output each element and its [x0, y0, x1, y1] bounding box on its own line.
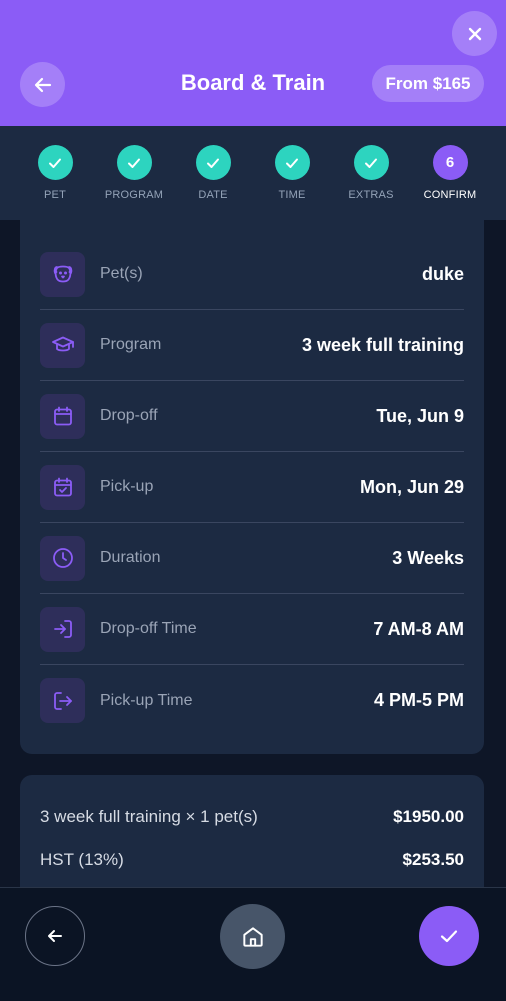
row-value: 4 PM-5 PM [373, 690, 464, 710]
step-label: CONFIRM [423, 189, 477, 201]
step-number-badge: 6 [432, 145, 468, 180]
row-value: duke [421, 263, 464, 284]
check-icon [207, 158, 219, 168]
close-icon [468, 27, 481, 40]
step-program[interactable]: PROGRAM [94, 145, 174, 201]
row-label: Pick-up Time [100, 691, 193, 709]
clock-icon [40, 535, 85, 581]
row-label: Pet(s) [100, 265, 143, 282]
confirm-booking-button[interactable] [419, 906, 479, 966]
step-extras[interactable]: EXTRAS [331, 145, 411, 201]
header: Board & Train From $165 [0, 0, 506, 126]
row-value: Tue, Jun 9 [376, 405, 464, 426]
check-icon [365, 158, 377, 168]
summary-row-program: Program 3 week full training [40, 310, 464, 381]
step-label: EXTRAS [348, 189, 394, 201]
row-label: Program [100, 336, 162, 353]
price-line-label: 3 week full training × 1 pet(s) [40, 807, 258, 826]
login-icon [40, 606, 85, 652]
summary-row-pickup: Pick-up Mon, Jun 29 [40, 452, 464, 523]
check-icon [440, 930, 458, 943]
step-date[interactable]: DATE [173, 145, 253, 201]
row-label: Drop-off [100, 407, 158, 424]
price-line-value: $1950.00 [393, 807, 464, 826]
dog-icon [40, 251, 85, 297]
previous-step-button[interactable] [25, 906, 85, 966]
home-icon [242, 926, 263, 947]
step-complete-badge [274, 145, 310, 180]
step-complete-badge [353, 145, 389, 180]
price-line-label: HST (13%) [40, 850, 124, 869]
progress-stepper: PET PROGRAM DATE TIME EXTRAS 6 CONFIRM [0, 126, 506, 220]
row-value: 3 week full training [301, 334, 464, 355]
step-label: PROGRAM [104, 189, 164, 201]
summary-row-pickup-time: Pick-up Time 4 PM-5 PM [40, 665, 464, 736]
step-complete-badge [116, 145, 152, 180]
summary-row-pets: Pet(s) duke [40, 239, 464, 310]
check-icon [286, 158, 298, 168]
close-button[interactable] [452, 11, 497, 56]
graduation-cap-icon [40, 322, 85, 368]
price-line-value: $253.50 [402, 850, 464, 869]
calendar-check-icon [40, 464, 85, 510]
row-value: 3 Weeks [392, 547, 464, 568]
logout-icon [40, 678, 85, 723]
summary-row-dropoff-time: Drop-off Time 7 AM-8 AM [40, 594, 464, 665]
summary-row-dropoff: Drop-off Tue, Jun 9 [40, 381, 464, 452]
row-label: Pick-up [100, 478, 154, 495]
step-pet[interactable]: PET [15, 145, 95, 201]
summary-row-duration: Duration 3 Weeks [40, 523, 464, 594]
arrow-left-icon [48, 930, 62, 942]
row-label: Drop-off Time [100, 620, 197, 637]
bottom-nav-bar [0, 887, 506, 1001]
row-value: Mon, Jun 29 [359, 476, 464, 497]
step-label: PET [44, 189, 66, 201]
price-line-tax: HST (13%) $253.50 [40, 850, 464, 870]
step-label: DATE [198, 189, 228, 201]
step-label: TIME [278, 189, 306, 201]
row-value: 7 AM-8 AM [373, 618, 464, 639]
home-button[interactable] [220, 904, 285, 969]
price-badge: From $165 [372, 65, 484, 102]
step-confirm[interactable]: 6 CONFIRM [410, 145, 490, 201]
check-icon [49, 158, 61, 168]
booking-summary-card: Pet(s) duke Program 3 week full training… [20, 220, 484, 754]
price-line-subtotal: 3 week full training × 1 pet(s) $1950.00 [40, 807, 464, 827]
step-time[interactable]: TIME [252, 145, 332, 201]
step-complete-badge [195, 145, 231, 180]
calendar-icon [40, 393, 85, 439]
step-complete-badge [37, 145, 73, 180]
check-icon [128, 158, 140, 168]
row-label: Duration [100, 549, 161, 566]
